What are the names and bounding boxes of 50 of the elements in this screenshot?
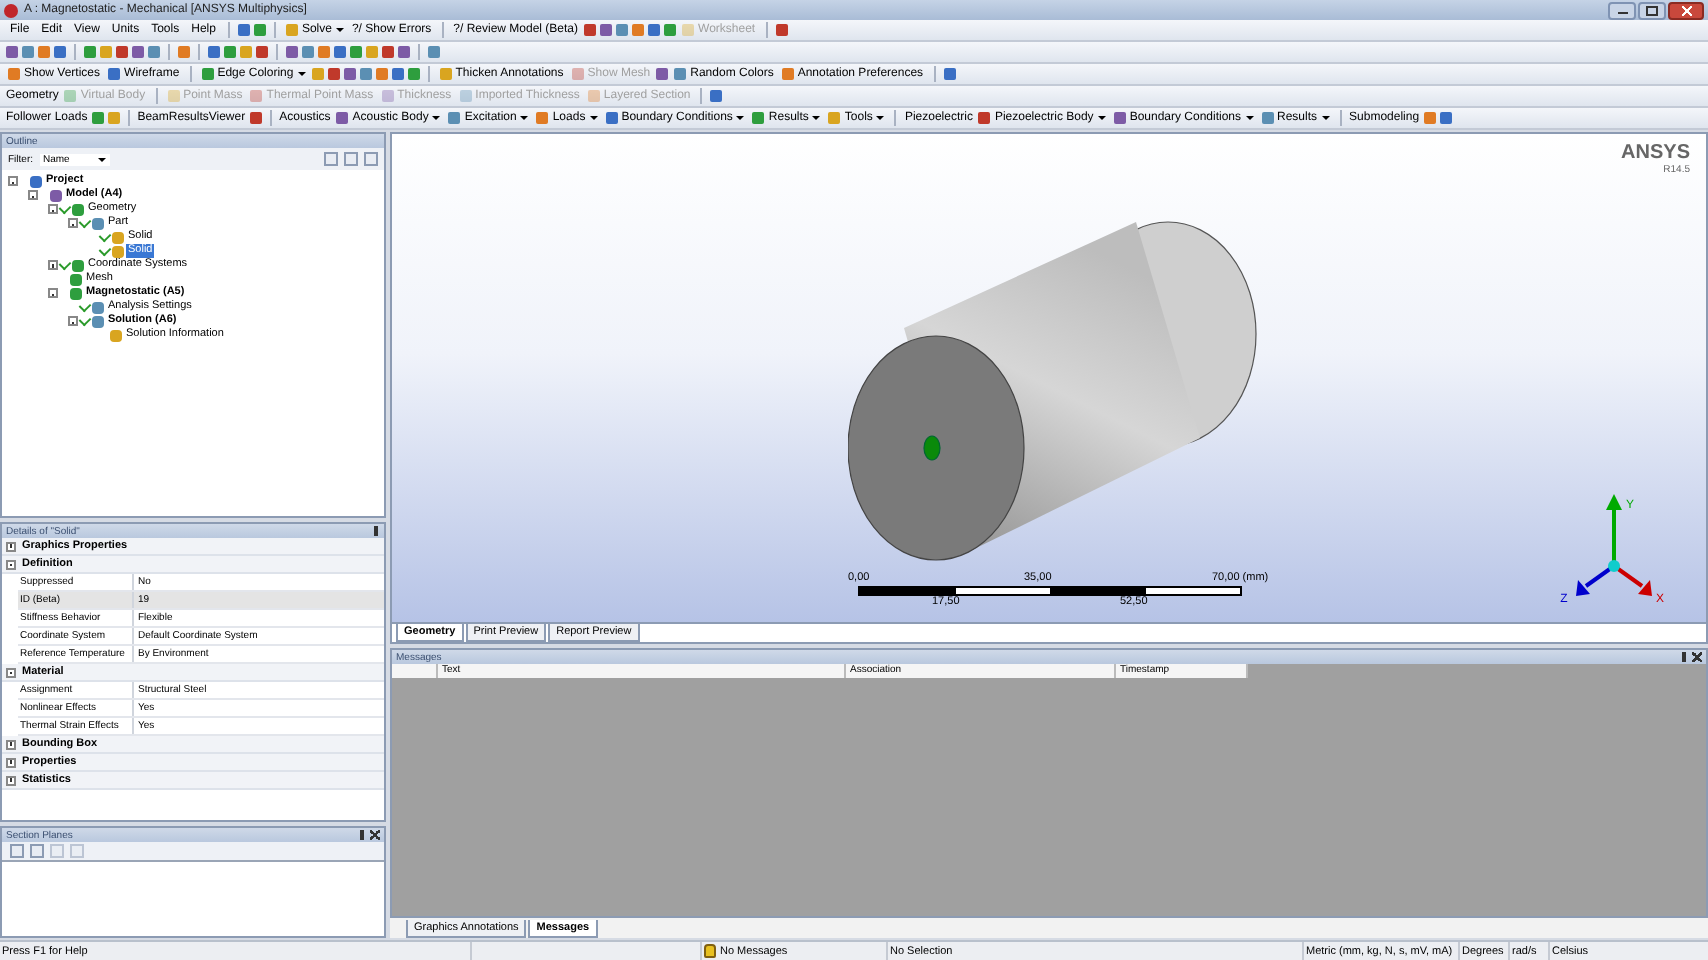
caret-icon — [97, 157, 106, 161]
tool-icon[interactable] — [943, 68, 956, 80]
tool-icon — [1113, 112, 1126, 124]
tool-icon — [828, 112, 841, 124]
pin-icon[interactable] — [372, 526, 380, 536]
expand-toggle[interactable] — [48, 260, 58, 270]
caret-icon — [297, 72, 306, 76]
tool-icon — [1261, 112, 1274, 124]
expand-toggle[interactable] — [6, 757, 16, 767]
close-icon[interactable] — [1692, 652, 1702, 662]
caret-icon — [520, 116, 529, 120]
caret-icon — [432, 116, 441, 120]
tool-icon — [752, 112, 765, 124]
pin-icon[interactable] — [1680, 652, 1688, 662]
tool-icon — [536, 112, 549, 124]
close-icon[interactable] — [370, 830, 380, 840]
collapse-toggle[interactable] — [48, 204, 58, 214]
caret-icon — [812, 116, 821, 120]
caret-icon — [335, 28, 344, 32]
collapse-toggle[interactable] — [6, 667, 16, 677]
tool-icon — [978, 112, 991, 124]
caret-icon — [1097, 116, 1106, 120]
logo-text: ANSYS — [1621, 142, 1690, 164]
tool-icon[interactable] — [710, 90, 723, 102]
bulb-icon — [704, 944, 716, 958]
collapse-toggle[interactable] — [6, 559, 16, 569]
axis-triad-drawing — [1576, 494, 1652, 596]
collapse-toggle[interactable] — [28, 190, 38, 200]
expand-toggle[interactable] — [6, 775, 16, 785]
tool-icon — [64, 90, 77, 102]
caret-icon — [876, 116, 885, 120]
caret-icon — [1321, 116, 1330, 120]
caret-icon — [1245, 116, 1254, 120]
caret-icon — [736, 116, 745, 120]
tool-icon — [167, 90, 180, 102]
expand-toggle[interactable] — [6, 739, 16, 749]
tool-icon — [781, 68, 794, 80]
minimize-button[interactable] — [1608, 1, 1636, 19]
collapse-toggle[interactable] — [68, 316, 78, 326]
close-button[interactable] — [1668, 1, 1704, 19]
app-icon — [4, 3, 18, 17]
collapse-toggle[interactable] — [8, 176, 18, 186]
pin-icon[interactable] — [358, 830, 366, 840]
tool-icon[interactable] — [775, 24, 788, 36]
collapse-toggle[interactable] — [48, 288, 58, 298]
tool-icon — [336, 112, 349, 124]
collapse-toggle[interactable] — [68, 218, 78, 228]
caret-icon — [589, 116, 598, 120]
expand-toggle[interactable] — [6, 541, 16, 551]
maximize-button[interactable] — [1638, 1, 1666, 19]
